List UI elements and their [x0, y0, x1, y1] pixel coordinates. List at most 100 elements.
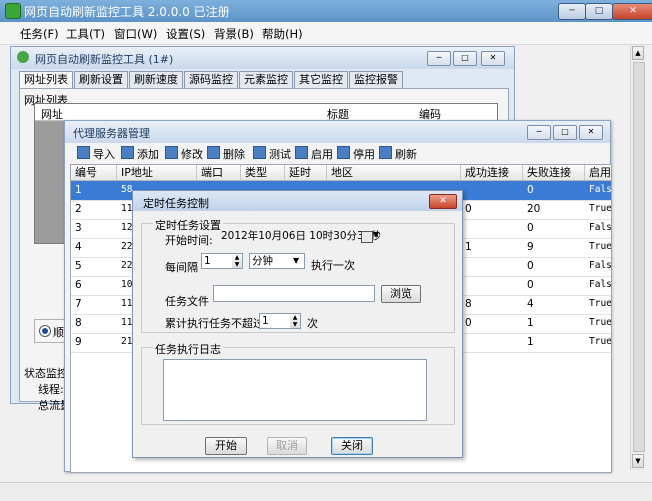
proxy-title-bar[interactable]: 代理服务器管理 ─ □ ✕ [65, 121, 610, 143]
task-log-textarea[interactable] [163, 359, 427, 421]
scroll-down-arrow-icon[interactable]: ▼ [632, 454, 644, 468]
scroll-up-arrow-icon[interactable]: ▲ [632, 46, 644, 60]
refresh-label: 刷新 [395, 148, 417, 161]
main-title-bar[interactable]: 网页自动刷新监控工具 2.0.0.0 已注册 ─ □ ✕ [0, 0, 652, 22]
menu-tools[interactable]: 工具(T) [66, 26, 105, 42]
interval-input[interactable]: 1 [201, 253, 233, 269]
enable-button[interactable]: 启用 [295, 146, 333, 161]
maximize-button[interactable]: □ [585, 3, 613, 20]
import-button[interactable]: 导入 [77, 146, 115, 161]
add-button[interactable]: 添加 [121, 146, 159, 161]
menu-help[interactable]: 帮助(H) [262, 26, 303, 42]
chevron-down-icon: ▼ [293, 256, 300, 265]
refresh-button[interactable]: 刷新 [379, 146, 417, 161]
radio-button[interactable] [39, 325, 51, 337]
cancel-button[interactable]: 取消 [267, 437, 307, 455]
delete-label: 删除 [223, 148, 245, 161]
url-list-header: 网址 标题 编码 [35, 104, 497, 121]
mdi-vertical-scrollbar[interactable]: ▲ ▼ [630, 46, 645, 470]
child-title-bar[interactable]: 网页自动刷新监控工具 (1#) ─ □ ✕ [11, 47, 514, 69]
proxy-maximize-button[interactable]: □ [553, 125, 577, 140]
start-time-picker[interactable]: 2012年10月06日 10时30分30秒 [219, 229, 381, 245]
child-minimize-button[interactable]: ─ [427, 51, 451, 66]
menu-settings[interactable]: 设置(S) [166, 26, 205, 42]
add-label: 添加 [137, 148, 159, 161]
task-file-input[interactable] [213, 285, 375, 302]
main-window-title: 网页自动刷新监控工具 2.0.0.0 已注册 [24, 5, 230, 19]
cell-enabled: True [589, 203, 612, 214]
interval-spinner-icon[interactable]: ▲ ▼ [232, 253, 243, 269]
delete-icon [207, 146, 220, 159]
interval-unit-select[interactable]: 分钟 ▼ [249, 253, 305, 269]
tab-refresh-settings[interactable]: 刷新设置 [74, 71, 128, 88]
column-header-type[interactable]: 类型 [241, 165, 285, 181]
start-time-value: 2012年10月06日 10时30分30秒 [221, 230, 381, 242]
tab-other-monitor[interactable]: 其它监控 [294, 71, 348, 88]
cell-success: 8 [465, 298, 472, 310]
column-header-enabled[interactable]: 启用 [585, 165, 611, 181]
cell-fail: 0 [527, 222, 534, 234]
close-dialog-button[interactable]: 关闭 [331, 437, 373, 455]
cell-success: 0 [465, 317, 472, 329]
menu-task[interactable]: 任务(F) [20, 26, 59, 42]
tab-url-list[interactable]: 网址列表 [19, 71, 73, 89]
cell-fail: 1 [527, 336, 534, 348]
start-button[interactable]: 开始 [205, 437, 247, 455]
minimize-button[interactable]: ─ [558, 3, 586, 20]
chevron-down-icon[interactable]: ▼ [373, 230, 379, 239]
cell-enabled: True [589, 317, 612, 328]
cell-no: 4 [75, 241, 82, 253]
date-checkbox-icon[interactable] [361, 231, 373, 243]
add-icon [121, 146, 134, 159]
menu-background[interactable]: 背景(B) [214, 26, 254, 42]
column-header-no[interactable]: 编号 [71, 165, 117, 181]
delete-button[interactable]: 删除 [207, 146, 245, 161]
child-close-button[interactable]: ✕ [481, 51, 505, 66]
column-header-port[interactable]: 端口 [197, 165, 241, 181]
test-button[interactable]: 测试 [253, 146, 291, 161]
column-header-fail[interactable]: 失败连接 [523, 165, 585, 181]
column-header-region[interactable]: 地区 [327, 165, 461, 181]
cell-enabled: False [589, 222, 612, 233]
browse-button[interactable]: 浏览 [381, 285, 421, 303]
scroll-thumb[interactable] [633, 62, 645, 452]
cell-enabled: True [589, 298, 612, 309]
proxy-close-button[interactable]: ✕ [579, 125, 603, 140]
refresh-list-icon [379, 146, 392, 159]
max-runs-input[interactable]: 1 [259, 313, 291, 329]
column-header-url[interactable]: 网址 [41, 106, 63, 122]
dialog-close-icon[interactable]: ✕ [429, 194, 457, 209]
enable-icon [295, 146, 308, 159]
cell-success: 0 [465, 203, 472, 215]
enable-label: 启用 [311, 148, 333, 161]
max-runs-spinner-icon[interactable]: ▲ ▼ [290, 313, 301, 329]
tab-source-monitor[interactable]: 源码监控 [184, 71, 238, 88]
interval-label: 每间隔 [165, 261, 198, 274]
import-label: 导入 [93, 148, 115, 161]
task-log-label: 任务执行日志 [153, 341, 223, 357]
tab-refresh-speed[interactable]: 刷新速度 [129, 71, 183, 88]
cell-no: 5 [75, 260, 82, 272]
column-header-delay[interactable]: 延时 [285, 165, 327, 181]
proxy-toolbar: 导入 添加 修改 删除 测试 启用 停用 刷新 [65, 143, 610, 163]
disable-button[interactable]: 停用 [337, 146, 375, 161]
edit-label: 修改 [181, 148, 203, 161]
cell-enabled: True [589, 241, 612, 252]
column-header-ip[interactable]: IP地址 [117, 165, 197, 181]
child-maximize-button[interactable]: □ [453, 51, 477, 66]
start-time-label: 开始时间: [165, 234, 213, 247]
cell-fail: 1 [527, 317, 534, 329]
tab-monitor-alarm[interactable]: 监控报警 [349, 71, 403, 88]
tab-element-monitor[interactable]: 元素监控 [239, 71, 293, 88]
menu-window[interactable]: 窗口(W) [114, 26, 157, 42]
edit-button[interactable]: 修改 [165, 146, 203, 161]
cell-no: 9 [75, 336, 82, 348]
close-button[interactable]: ✕ [612, 3, 652, 20]
column-header-success[interactable]: 成功连接 [461, 165, 523, 181]
refresh-icon [17, 51, 29, 63]
cell-enabled: False [589, 260, 612, 271]
proxy-minimize-button[interactable]: ─ [527, 125, 551, 140]
status-bar [0, 482, 652, 501]
app-logo-icon [5, 3, 21, 19]
dialog-title-bar[interactable]: 定时任务控制 ✕ [133, 191, 462, 211]
